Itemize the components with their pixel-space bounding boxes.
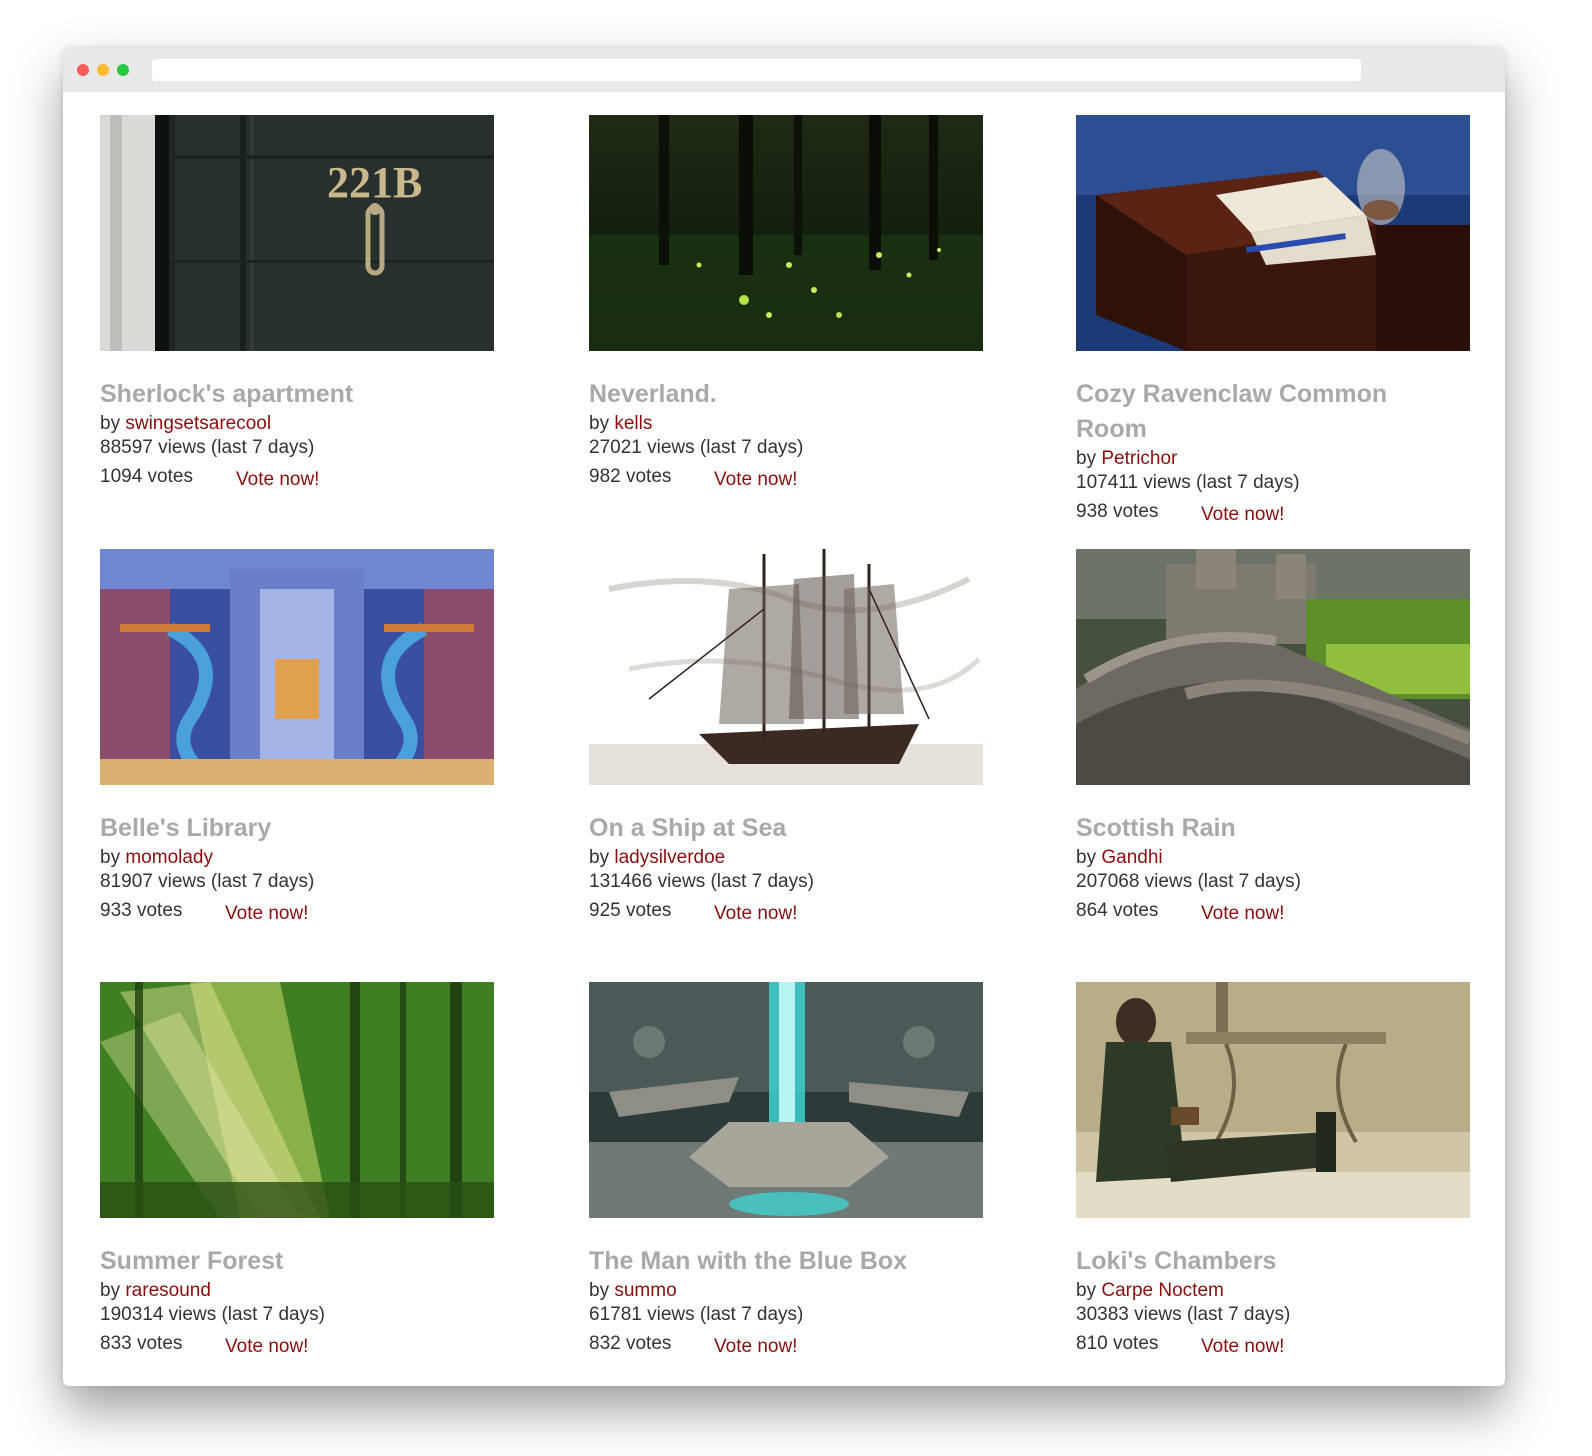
votes-row: 833 votes Vote now!: [100, 1329, 500, 1359]
card-thumbnail[interactable]: [1076, 982, 1470, 1218]
vote-now-link[interactable]: Vote now!: [225, 1335, 308, 1359]
minimize-window-button[interactable]: [97, 64, 109, 76]
card-byline: by ladysilverdoe: [589, 847, 726, 868]
card-title[interactable]: On a Ship at Sea: [589, 811, 949, 846]
votes-row: 864 votes Vote now!: [1076, 896, 1476, 926]
gallery-card: Loki's Chambers by Carpe Noctem 30383 vi…: [1076, 982, 1476, 1359]
votes-count: 938 votes: [1076, 501, 1159, 522]
views-count: 207068 views (last 7 days): [1076, 871, 1301, 892]
card-title[interactable]: The Man with the Blue Box: [589, 1244, 949, 1279]
card-thumbnail[interactable]: [100, 982, 494, 1218]
vote-now-link[interactable]: Vote now!: [1201, 1335, 1284, 1359]
card-title[interactable]: Belle's Library: [100, 811, 460, 846]
card-byline: by Petrichor: [1076, 448, 1178, 469]
vote-now-link[interactable]: Vote now!: [1201, 902, 1284, 926]
votes-row: 933 votes Vote now!: [100, 896, 500, 926]
card-title[interactable]: Summer Forest: [100, 1244, 460, 1279]
card-byline: by swingsetsarecool: [100, 413, 272, 434]
vote-now-link[interactable]: Vote now!: [236, 468, 319, 492]
votes-count: 810 votes: [1076, 1333, 1159, 1354]
gallery-card: On a Ship at Sea by ladysilverdoe 131466…: [589, 549, 989, 926]
votes-count: 832 votes: [589, 1333, 672, 1354]
views-count: 107411 views (last 7 days): [1076, 472, 1300, 493]
views-count: 190314 views (last 7 days): [100, 1304, 325, 1325]
card-title[interactable]: Loki's Chambers: [1076, 1244, 1436, 1279]
author-link[interactable]: raresound: [125, 1280, 211, 1301]
vote-now-link[interactable]: Vote now!: [714, 902, 797, 926]
views-count: 30383 views (last 7 days): [1076, 1304, 1291, 1325]
card-title[interactable]: Neverland.: [589, 377, 949, 412]
maximize-window-button[interactable]: [117, 64, 129, 76]
card-byline: by Gandhi: [1076, 847, 1163, 868]
author-link[interactable]: Carpe Noctem: [1101, 1280, 1224, 1301]
votes-row: 982 votes Vote now!: [589, 462, 989, 492]
card-thumbnail[interactable]: [1076, 549, 1470, 785]
card-title[interactable]: Cozy Ravenclaw Common Room: [1076, 377, 1436, 447]
gallery-grid: 221B Sherlock's apartment by swingsetsar…: [63, 92, 1505, 1386]
card-byline: by kells: [589, 413, 653, 434]
card-byline: by Carpe Noctem: [1076, 1280, 1224, 1301]
gallery-card: Summer Forest by raresound 190314 views …: [100, 982, 500, 1359]
browser-window: 221B Sherlock's apartment by swingsetsar…: [63, 48, 1505, 1386]
votes-row: 925 votes Vote now!: [589, 896, 989, 926]
votes-count: 933 votes: [100, 900, 183, 921]
address-bar[interactable]: [152, 59, 1361, 81]
votes-row: 1094 votes Vote now!: [100, 462, 500, 492]
views-count: 61781 views (last 7 days): [589, 1304, 804, 1325]
card-byline: by momolady: [100, 847, 214, 868]
votes-row: 832 votes Vote now!: [589, 1329, 989, 1359]
votes-count: 982 votes: [589, 466, 672, 487]
summer-forest-image: [100, 982, 494, 1218]
votes-row: 810 votes Vote now!: [1076, 1329, 1476, 1359]
library-image: [100, 549, 494, 785]
author-link[interactable]: momolady: [125, 847, 213, 868]
card-thumbnail[interactable]: [589, 549, 983, 785]
gallery-card: Belle's Library by momolady 81907 views …: [100, 549, 500, 926]
card-title[interactable]: Sherlock's apartment: [100, 377, 460, 412]
card-thumbnail[interactable]: [589, 115, 983, 351]
card-byline: by summo: [589, 1280, 677, 1301]
author-link[interactable]: kells: [614, 413, 652, 434]
votes-count: 833 votes: [100, 1333, 183, 1354]
author-link[interactable]: swingsetsarecool: [125, 413, 271, 434]
title-bar: [63, 48, 1505, 92]
votes-count: 925 votes: [589, 900, 672, 921]
blue-box-interior-image: [589, 982, 983, 1218]
close-window-button[interactable]: [77, 64, 89, 76]
gallery-card: Cozy Ravenclaw Common Room by Petrichor …: [1076, 115, 1476, 527]
views-count: 88597 views (last 7 days): [100, 437, 315, 458]
gallery-card: Scottish Rain by Gandhi 207068 views (la…: [1076, 549, 1476, 926]
firefly-forest-image: [589, 115, 983, 351]
views-count: 131466 views (last 7 days): [589, 871, 814, 892]
author-link[interactable]: Petrichor: [1101, 448, 1177, 469]
gallery-card: The Man with the Blue Box by summo 61781…: [589, 982, 989, 1359]
card-thumbnail[interactable]: [1076, 115, 1470, 351]
author-link[interactable]: Gandhi: [1101, 847, 1162, 868]
gallery-card: 221B Sherlock's apartment by swingsetsar…: [100, 115, 500, 492]
castle-bridge-image: [1076, 549, 1470, 785]
door-number: 221B: [327, 158, 422, 207]
card-title[interactable]: Scottish Rain: [1076, 811, 1436, 846]
votes-row: 938 votes Vote now!: [1076, 497, 1476, 527]
views-count: 81907 views (last 7 days): [100, 871, 315, 892]
views-count: 27021 views (last 7 days): [589, 437, 804, 458]
author-link[interactable]: ladysilverdoe: [614, 847, 725, 868]
gallery-card: Neverland. by kells 27021 views (last 7 …: [589, 115, 989, 492]
ship-at-sea-image: [589, 549, 983, 785]
common-room-image: [1076, 115, 1470, 351]
loki-chambers-image: [1076, 982, 1470, 1218]
card-thumbnail[interactable]: [100, 549, 494, 785]
vote-now-link[interactable]: Vote now!: [1201, 503, 1284, 527]
votes-count: 864 votes: [1076, 900, 1159, 921]
author-link[interactable]: summo: [614, 1280, 676, 1301]
card-thumbnail[interactable]: [589, 982, 983, 1218]
vote-now-link[interactable]: Vote now!: [225, 902, 308, 926]
card-byline: by raresound: [100, 1280, 211, 1301]
vote-now-link[interactable]: Vote now!: [714, 468, 797, 492]
votes-count: 1094 votes: [100, 466, 193, 487]
vote-now-link[interactable]: Vote now!: [714, 1335, 797, 1359]
apartment-door-image: 221B: [100, 115, 494, 351]
card-thumbnail[interactable]: 221B: [100, 115, 494, 351]
